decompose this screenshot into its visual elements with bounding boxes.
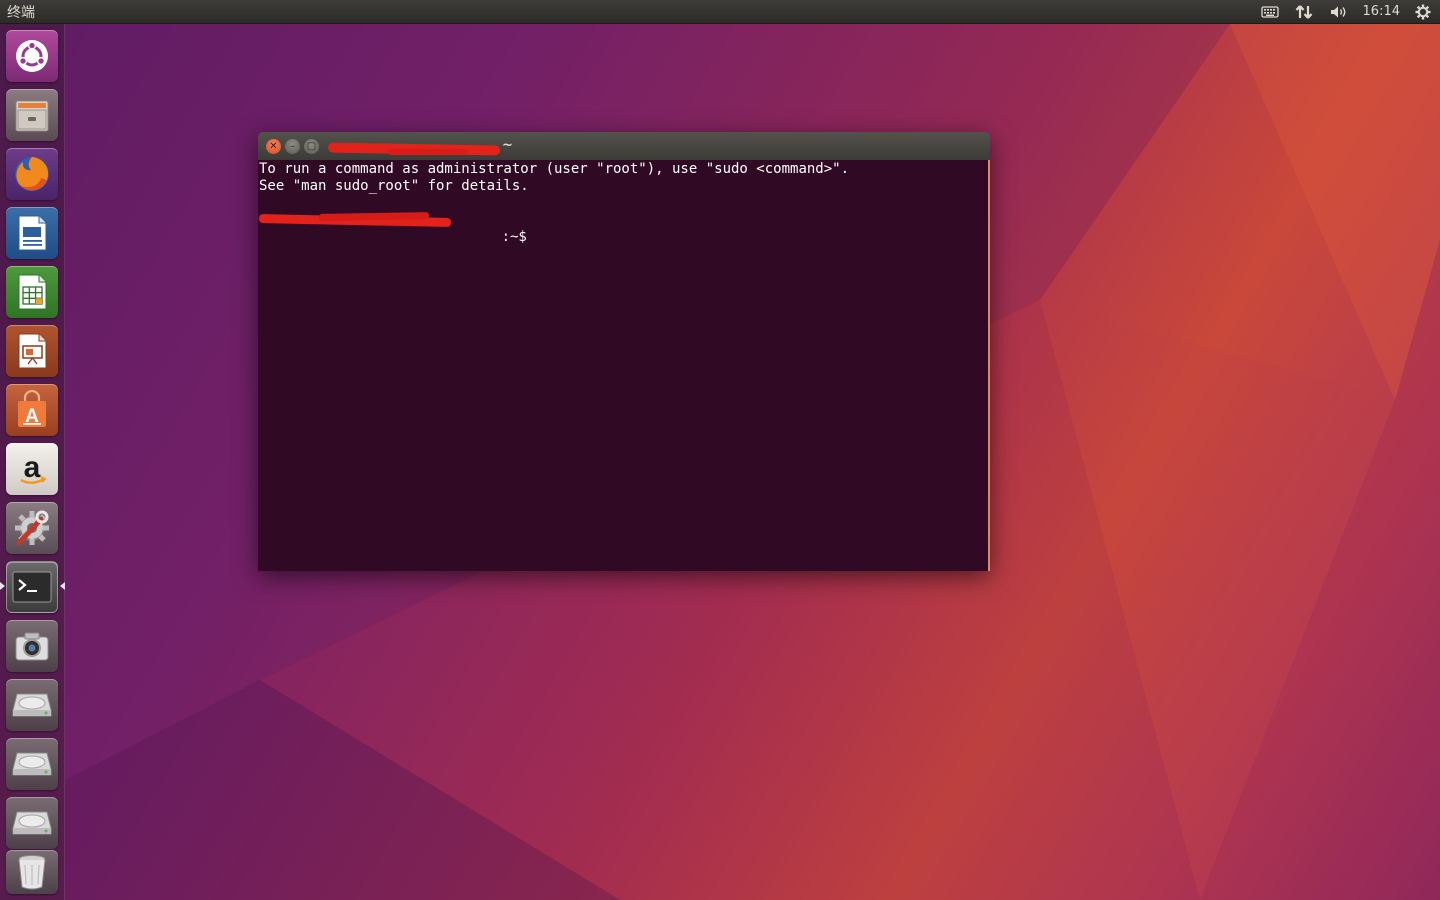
launcher-item-amazon[interactable]: a [6, 443, 58, 495]
window-title: ~ [502, 138, 513, 153]
terminal-line: See "man sudo_root" for details. [259, 178, 529, 194]
launcher-item-system-settings[interactable] [6, 502, 58, 554]
close-icon: ✕ [269, 140, 278, 152]
writer-document-icon [18, 215, 47, 251]
maximize-window-button[interactable]: ▢ [304, 139, 319, 154]
volume-icon[interactable] [1321, 0, 1357, 24]
hard-drive-icon [12, 752, 52, 776]
launcher: A a [0, 24, 65, 900]
hard-drive-icon [12, 693, 52, 717]
active-app-name: 终端 [7, 4, 35, 21]
launcher-item-libreoffice-impress[interactable] [6, 325, 58, 377]
launcher-item-ubuntu-software[interactable]: A [6, 384, 58, 436]
terminal-output[interactable]: To run a command as administrator (user … [258, 160, 990, 571]
launcher-item-drive-2[interactable] [6, 738, 58, 790]
firefox-icon [15, 157, 49, 191]
amazon-icon: a [20, 451, 47, 484]
svg-text:a: a [24, 451, 41, 484]
redaction-mark [388, 149, 468, 155]
terminal-prompt[interactable]: :~$ [258, 212, 988, 245]
terminal-icon [12, 571, 52, 603]
launcher-running-indicator [0, 582, 5, 590]
terminal-title-bar[interactable]: ✕ – ▢ ~ [258, 132, 990, 160]
ubuntu-logo-icon [16, 40, 48, 72]
clock[interactable]: 16:14 [1357, 0, 1406, 24]
launcher-item-drive-3[interactable] [6, 797, 58, 849]
maximize-icon: ▢ [306, 140, 317, 152]
indicator-area: 16:14 [1253, 0, 1440, 24]
launcher-item-drive-1[interactable] [6, 679, 58, 731]
terminal-window[interactable]: ✕ – ▢ ~ To run a command as administrato… [258, 132, 990, 571]
launcher-focus-indicator [60, 582, 65, 590]
power-settings-icon[interactable] [1406, 0, 1440, 24]
settings-gear-wrench-icon [15, 510, 49, 546]
network-icon[interactable] [1287, 0, 1321, 24]
launcher-item-libreoffice-calc[interactable] [6, 266, 58, 318]
trash-icon [18, 855, 46, 890]
file-cabinet-icon [15, 100, 49, 132]
minimize-window-button[interactable]: – [285, 139, 300, 154]
impress-presentation-icon [18, 333, 47, 369]
launcher-item-firefox[interactable] [6, 148, 58, 200]
hard-drive-icon [12, 811, 52, 835]
minimize-icon: – [290, 140, 295, 152]
launcher-item-libreoffice-writer[interactable] [6, 207, 58, 259]
launcher-item-ubuntu-dash[interactable] [6, 30, 58, 82]
keyboard-icon[interactable] [1253, 0, 1287, 24]
software-bag-icon: A [18, 390, 46, 427]
prompt-path: :~$ [501, 229, 527, 245]
launcher-item-trash[interactable] [6, 850, 58, 894]
top-panel: 终端 16:14 [0, 0, 1440, 24]
terminal-line: To run a command as administrator (user … [259, 161, 850, 177]
calc-spreadsheet-icon [18, 274, 47, 310]
launcher-item-files[interactable] [6, 89, 58, 141]
launcher-item-camera[interactable] [6, 620, 58, 672]
camera-icon [15, 632, 49, 661]
close-window-button[interactable]: ✕ [266, 139, 281, 154]
launcher-item-terminal[interactable] [6, 561, 58, 613]
